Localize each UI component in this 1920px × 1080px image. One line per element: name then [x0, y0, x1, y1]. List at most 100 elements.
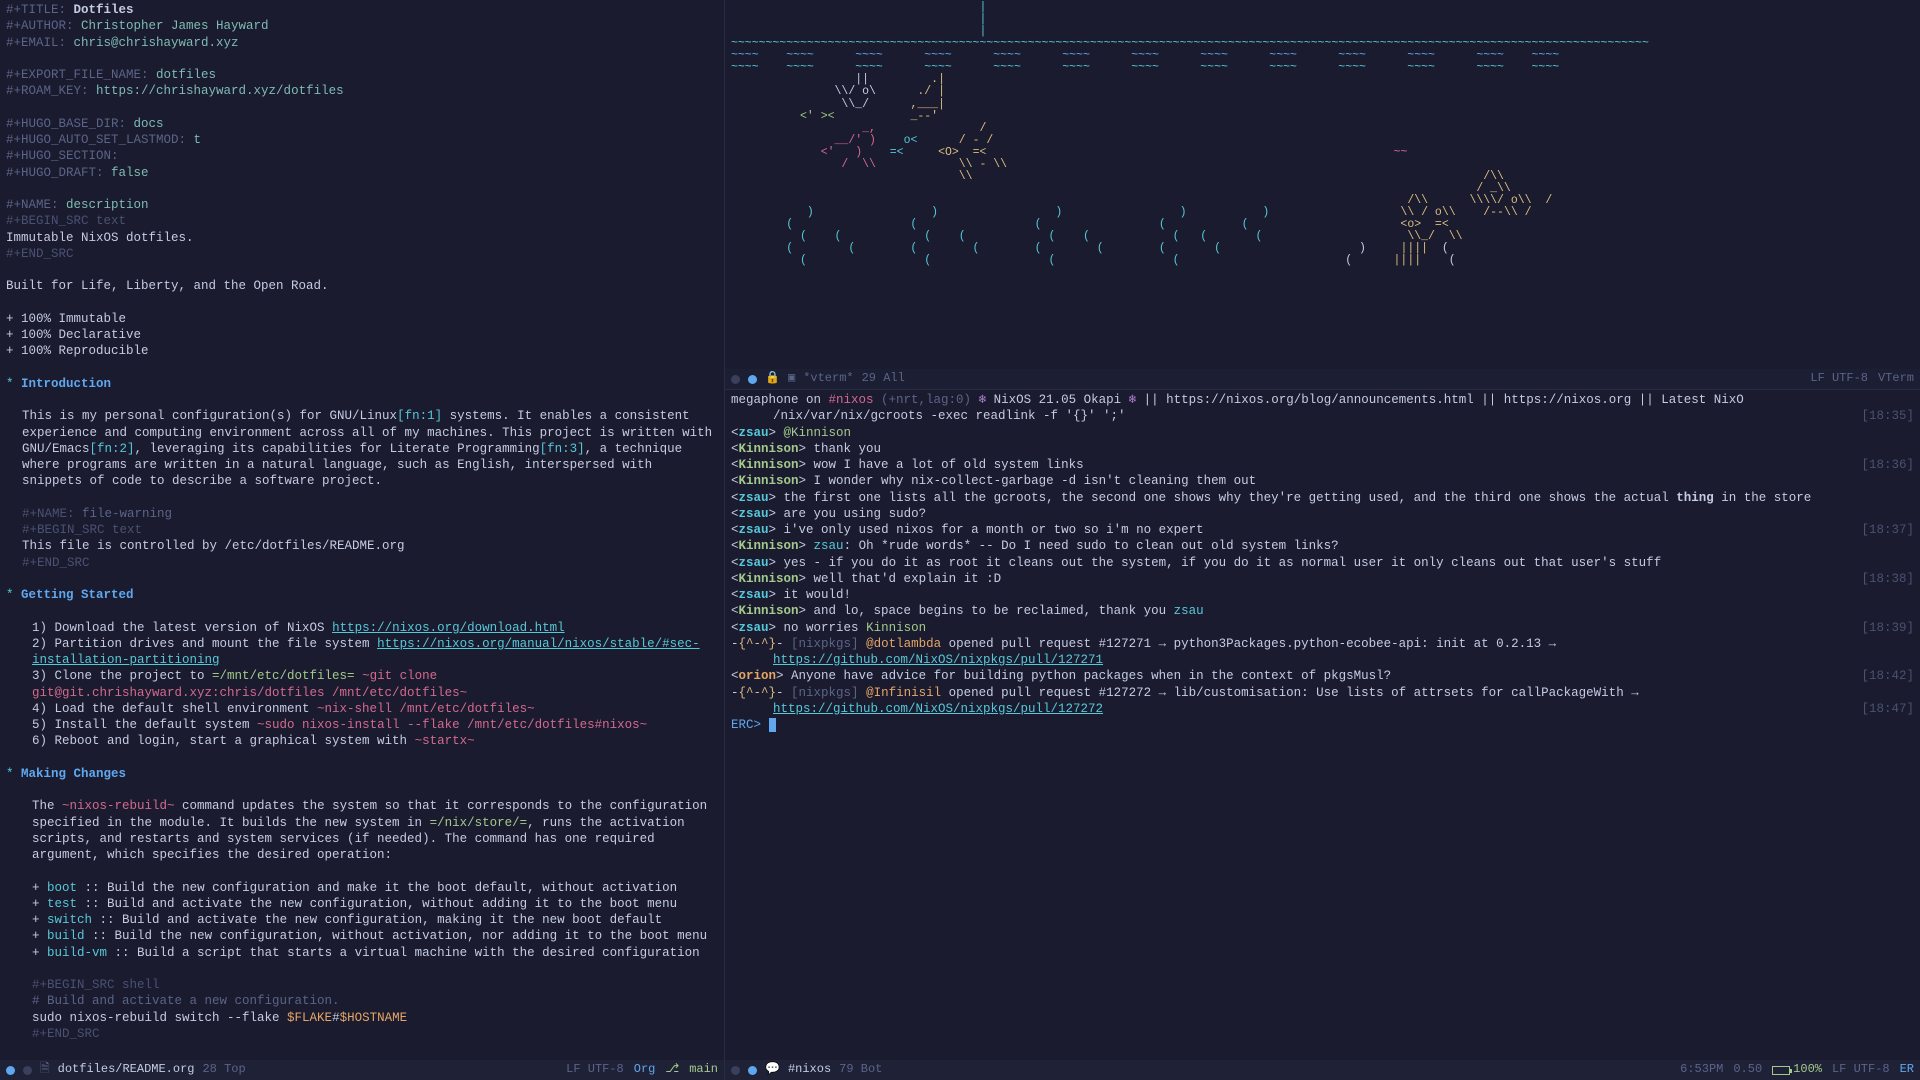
erc-pane[interactable]: megaphone on #nixos (+nrt,lag:0) ❄ NixOS…	[725, 390, 1920, 1080]
nick[interactable]: {^-^}	[739, 637, 777, 651]
channel-name[interactable]: #nixos	[829, 393, 874, 407]
org-author-kw: #+AUTHOR:	[6, 19, 74, 33]
org-bullet: + 100% Reproducible	[6, 343, 718, 359]
buffer-name[interactable]: dotfiles/README.org	[58, 1062, 195, 1078]
nick[interactable]: Kinnison	[739, 604, 799, 618]
link[interactable]: https://github.com/NixOS/nixpkgs/pull/12…	[773, 653, 1103, 667]
heading-introduction[interactable]: Introduction	[21, 377, 111, 391]
inline-code: ~startx~	[415, 734, 475, 748]
shell-cmd: #	[332, 1011, 340, 1025]
nick[interactable]: Kinnison	[739, 572, 799, 586]
erc-topic: || https://nixos.org/blog/announcements.…	[1136, 393, 1744, 407]
link[interactable]: https://nixos.org/download.html	[332, 621, 565, 635]
vterm-pane[interactable]: | | | ~~~~~~~~~~~~~~~~~~~~~~~~~~~~~~~~~~…	[725, 0, 1920, 390]
terminal-icon: ▣	[788, 371, 795, 387]
org-tagline: Built for Life, Liberty, and the Open Ro…	[6, 278, 718, 294]
heading-getting-started[interactable]: Getting Started	[21, 588, 134, 602]
nick[interactable]: zsau	[739, 588, 769, 602]
inline-code: ~nix-shell /mnt/etc/dotfiles~	[317, 702, 535, 716]
nix-icon: ❄	[979, 393, 987, 407]
inline-code: =/mnt/etc/dotfiles=	[212, 669, 355, 683]
encoding: LF UTF-8	[1810, 371, 1868, 387]
mention[interactable]: zsau	[814, 539, 844, 553]
message-text: are you using sudo?	[784, 507, 927, 521]
org-warn-body: This file is controlled by /etc/dotfiles…	[6, 538, 718, 554]
footnote-ref[interactable]: [fn:1]	[397, 409, 442, 423]
op-desc: :: Build a script that starts a virtual …	[115, 946, 700, 960]
org-export-kw: #+EXPORT_FILE_NAME:	[6, 68, 149, 82]
nick[interactable]: orion	[739, 669, 777, 683]
op-name: switch	[47, 913, 92, 927]
workspace-dot-icon[interactable]	[731, 375, 740, 384]
message-text: thing	[1676, 491, 1714, 505]
footnote-ref[interactable]: [fn:3]	[540, 442, 585, 456]
nick[interactable]: zsau	[739, 556, 769, 570]
git-branch[interactable]: main	[689, 1062, 718, 1078]
star-icon: *	[6, 767, 14, 781]
message-text: yes - if you do it as root it cleans out…	[784, 556, 1662, 570]
timestamp: [18:39]	[1861, 620, 1914, 636]
message-text: opened pull request #127271 → python3Pac…	[941, 637, 1564, 651]
nick[interactable]: zsau	[739, 621, 769, 635]
buffer-name[interactable]: #nixos	[788, 1062, 831, 1078]
major-mode: ER	[1900, 1062, 1914, 1078]
cursor-position: 79 Bot	[839, 1062, 882, 1078]
nick[interactable]: zsau	[739, 426, 769, 440]
timestamp: [18:47]	[1861, 701, 1914, 717]
nick[interactable]: Kinnison	[739, 474, 799, 488]
org-author: Christopher James Hayward	[81, 19, 269, 33]
battery-icon	[1772, 1066, 1790, 1075]
nick[interactable]: Kinnison	[739, 442, 799, 456]
message-text: I wonder why nix-collect-garbage -d isn'…	[814, 474, 1257, 488]
nick[interactable]: {^-^}	[739, 686, 777, 700]
message-text: [nixpkgs]	[791, 637, 866, 651]
workspace-dot-icon[interactable]	[23, 1066, 32, 1075]
timestamp: [18:42]	[1861, 668, 1914, 684]
folder-icon: 🗎	[40, 1062, 50, 1078]
workspace-dot-icon[interactable]	[748, 1066, 757, 1075]
workspace-dot-icon[interactable]	[731, 1066, 740, 1075]
workspace-dot-icon[interactable]	[748, 375, 757, 384]
org-buffer-pane[interactable]: #+TITLE: Dotfiles #+AUTHOR: Christopher …	[0, 0, 725, 1080]
workspace-dot-icon[interactable]	[6, 1066, 15, 1075]
cursor-position: 29 All	[862, 371, 905, 387]
org-hugo-base: docs	[134, 117, 164, 131]
shell-comment: # Build and activate a new configuration…	[6, 993, 718, 1009]
star-icon: *	[6, 588, 14, 602]
nick[interactable]: zsau	[739, 523, 769, 537]
git-branch-icon: ⎇	[665, 1062, 679, 1078]
op-name: build-vm	[47, 946, 107, 960]
nick[interactable]: zsau	[739, 507, 769, 521]
gs-step: 6) Reboot and login, start a graphical s…	[32, 734, 415, 748]
op-name: build	[47, 929, 85, 943]
nick[interactable]: Kinnison	[739, 539, 799, 553]
star-icon: *	[6, 377, 14, 391]
lock-icon: 🔒	[765, 371, 780, 387]
mention[interactable]: @Infinisil	[866, 686, 941, 700]
mention[interactable]: @dotlambda	[866, 637, 941, 651]
org-roam-kw: #+ROAM_KEY:	[6, 84, 89, 98]
mention[interactable]: zsau	[1174, 604, 1204, 618]
nick[interactable]: Kinnison	[739, 458, 799, 472]
buffer-name[interactable]: *vterm*	[803, 371, 853, 387]
nick[interactable]: zsau	[739, 491, 769, 505]
major-mode: Org	[634, 1062, 656, 1078]
message-text: opened pull request #127272 → lib/custom…	[941, 686, 1646, 700]
battery-indicator: 100%	[1772, 1062, 1822, 1078]
org-bullet: + 100% Declarative	[6, 327, 718, 343]
message-text: [nixpkgs]	[791, 686, 866, 700]
erc-topic: /nix/var/nix/gcroots -exec readlink -f '…	[773, 409, 1126, 423]
timestamp: [18:37]	[1861, 522, 1914, 538]
heading-making-changes[interactable]: Making Changes	[21, 767, 126, 781]
cursor-position: 28 Top	[202, 1062, 245, 1078]
intro-text: This is my personal configuration(s) for…	[22, 409, 397, 423]
message-text: in the store	[1714, 491, 1812, 505]
mention[interactable]: @Kinnison	[784, 426, 852, 440]
erc-prompt: ERC>	[731, 718, 761, 732]
shell-cmd: sudo nixos-rebuild switch --flake	[32, 1011, 287, 1025]
link[interactable]: https://github.com/NixOS/nixpkgs/pull/12…	[773, 702, 1103, 716]
footnote-ref[interactable]: [fn:2]	[90, 442, 135, 456]
org-end-src: #+END_SRC	[6, 246, 718, 262]
message-text: Anyone have advice for building python p…	[791, 669, 1391, 683]
mention[interactable]: Kinnison	[866, 621, 926, 635]
